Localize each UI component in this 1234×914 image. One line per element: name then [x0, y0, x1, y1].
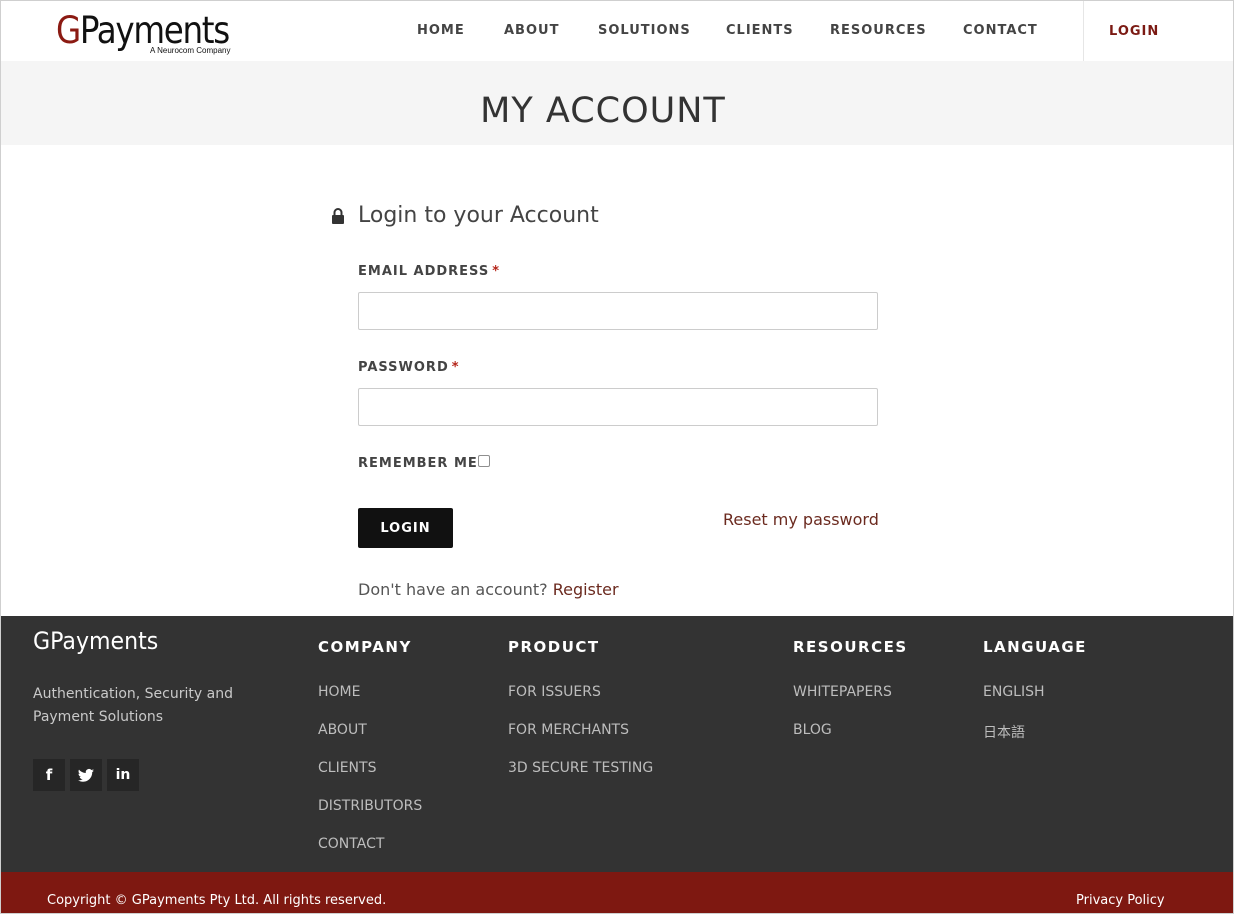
remember-me-checkbox[interactable]: [478, 455, 490, 467]
footer-column-company: COMPANY HOME ABOUT CLIENTS DISTRIBUTORS …: [318, 638, 422, 874]
twitter-icon[interactable]: [70, 759, 102, 791]
password-label: PASSWORD *: [358, 360, 460, 375]
nav-divider: [1083, 1, 1084, 61]
nav-item-clients[interactable]: CLIENTS: [726, 23, 794, 38]
linkedin-icon[interactable]: in: [107, 759, 139, 791]
footer-column-resources: RESOURCES WHITEPAPERS BLOG: [793, 638, 908, 760]
remember-me-label: REMEMBER ME: [358, 456, 478, 471]
language-english-link[interactable]: ENGLISH: [983, 684, 1087, 722]
footer-link[interactable]: CONTACT: [318, 836, 422, 874]
footer-link[interactable]: 3D SECURE TESTING: [508, 760, 653, 798]
footer-heading: LANGUAGE: [983, 638, 1087, 656]
register-prompt: Don't have an account? Register: [358, 580, 619, 599]
page-frame: GPayments A Neurocom Company HOME ABOUT …: [0, 0, 1234, 914]
footer-column-language: LANGUAGE ENGLISH 日本語: [983, 638, 1087, 760]
page-title: MY ACCOUNT: [480, 91, 726, 131]
gpayments-logo[interactable]: GPayments A Neurocom Company: [56, 9, 231, 59]
required-marker: *: [451, 360, 460, 375]
required-marker: *: [492, 264, 501, 279]
privacy-policy-link[interactable]: Privacy Policy: [1076, 893, 1165, 908]
nav-item-home[interactable]: HOME: [417, 23, 465, 38]
footer-link[interactable]: WHITEPAPERS: [793, 684, 908, 722]
footer-link[interactable]: BLOG: [793, 722, 908, 760]
no-account-text: Don't have an account?: [358, 580, 553, 599]
page-banner: MY ACCOUNT: [1, 61, 1233, 145]
footer-brand: GPayments: [33, 627, 159, 655]
footer-column-product: PRODUCT FOR ISSUERS FOR MERCHANTS 3D SEC…: [508, 638, 653, 798]
email-field[interactable]: [358, 292, 878, 330]
reset-password-link[interactable]: Reset my password: [723, 510, 879, 529]
language-japanese-link[interactable]: 日本語: [983, 722, 1087, 760]
twitter-bird-glyph: [78, 768, 94, 782]
footer-link[interactable]: ABOUT: [318, 722, 422, 760]
footer-link[interactable]: HOME: [318, 684, 422, 722]
nav-item-about[interactable]: ABOUT: [504, 23, 559, 38]
copyright-bar: Copyright © GPayments Pty Ltd. All right…: [1, 872, 1233, 913]
footer-heading: RESOURCES: [793, 638, 908, 656]
email-label: EMAIL ADDRESS *: [358, 264, 501, 279]
nav-login-link[interactable]: LOGIN: [1109, 24, 1159, 39]
footer-link[interactable]: FOR ISSUERS: [508, 684, 653, 722]
login-button[interactable]: LOGIN: [358, 508, 453, 548]
footer-tagline: Authentication, Security and Payment Sol…: [33, 686, 233, 725]
footer-link[interactable]: DISTRIBUTORS: [318, 798, 422, 836]
login-section-title: Login to your Account: [358, 203, 599, 228]
nav-item-contact[interactable]: CONTACT: [963, 23, 1038, 38]
copyright-text: Copyright © GPayments Pty Ltd. All right…: [47, 893, 387, 908]
site-header: GPayments A Neurocom Company HOME ABOUT …: [1, 1, 1233, 61]
facebook-icon[interactable]: f: [33, 759, 65, 791]
site-footer: GPayments Authentication, Security and P…: [1, 616, 1233, 874]
footer-link[interactable]: FOR MERCHANTS: [508, 722, 653, 760]
footer-heading: COMPANY: [318, 638, 412, 656]
nav-item-resources[interactable]: RESOURCES: [830, 23, 927, 38]
logo-subtitle: A Neurocom Company: [150, 46, 231, 55]
footer-heading: PRODUCT: [508, 638, 600, 656]
footer-link[interactable]: CLIENTS: [318, 760, 422, 798]
lock-icon: [332, 208, 344, 224]
register-link[interactable]: Register: [553, 580, 619, 599]
password-field[interactable]: [358, 388, 878, 426]
nav-item-solutions[interactable]: SOLUTIONS: [598, 23, 691, 38]
